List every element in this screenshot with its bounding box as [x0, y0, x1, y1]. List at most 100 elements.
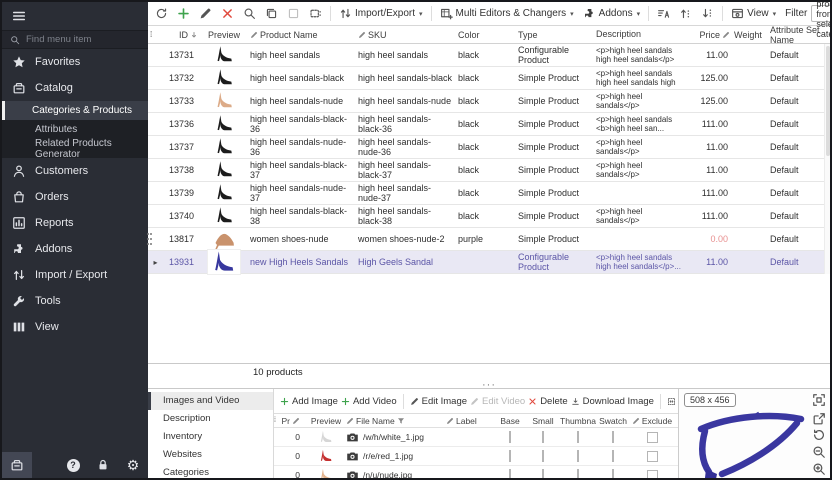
thumbnail-checkbox[interactable]	[577, 450, 579, 462]
open-external-button[interactable]	[812, 412, 826, 426]
horizontal-splitter[interactable]: ···	[148, 381, 830, 388]
rotate-button[interactable]	[812, 428, 826, 442]
move-down-button[interactable]	[697, 5, 718, 22]
table-row-product-13732[interactable]: 13732high heel sandals-blackhigh heel sa…	[148, 67, 830, 90]
column-header-product-name[interactable]: Product Name	[248, 30, 356, 40]
import-export-menu[interactable]: Import/Export▾	[335, 5, 427, 22]
column-header-small[interactable]: Small	[526, 416, 560, 426]
filter-select[interactable]: Show products from selected categories▾	[811, 5, 832, 22]
tab-websites[interactable]: Websites	[148, 445, 273, 463]
column-header-id[interactable]: ID	[163, 30, 200, 40]
table-row-product-13740[interactable]: 13740high heel sandals-black-38high heel…	[148, 205, 830, 228]
thumbnail-checkbox[interactable]	[577, 469, 579, 480]
sidebar-item-reports[interactable]: Reports	[2, 210, 148, 236]
addons-menu[interactable]: Addons▾	[579, 5, 644, 22]
multi-editors-menu[interactable]: Multi Editors & Changers▾	[436, 5, 578, 22]
small-checkbox[interactable]	[542, 450, 544, 462]
table-row-product-13736[interactable]: 13736high heel sandals-black-36high heel…	[148, 113, 830, 136]
column-header-swatch[interactable]: Swatch	[596, 416, 630, 426]
table-row-image-n-u-nude-jpg[interactable]: 0/n/u/nude.jpg	[274, 466, 678, 480]
base-checkbox[interactable]	[509, 431, 511, 443]
table-row-product-13739[interactable]: 13739high heel sandals-nude-37high heel …	[148, 182, 830, 205]
column-header-exclude[interactable]: Exclude	[630, 416, 674, 426]
tab-images-and-video[interactable]: Images and Video	[148, 392, 273, 410]
add-row-button[interactable]	[173, 5, 194, 22]
sidebar-item-customers[interactable]: Customers	[2, 158, 148, 184]
table-row-product-13737[interactable]: 13737high heel sandals-nude-36high heel …	[148, 136, 830, 159]
paste-special-button[interactable]	[305, 5, 326, 22]
add-image-button[interactable]: Add Image	[280, 396, 338, 407]
settings-button[interactable]: ⚙	[118, 452, 148, 478]
add-video-button[interactable]: Add Video	[341, 396, 397, 407]
delete-image-button[interactable]: Delete	[528, 396, 567, 407]
menu-search-input[interactable]	[26, 34, 140, 45]
column-header-file-name[interactable]: File Name	[346, 416, 446, 426]
panel-splitter-handle[interactable]	[147, 231, 153, 247]
base-checkbox[interactable]	[509, 450, 511, 462]
copy-button[interactable]	[261, 5, 282, 22]
sidebar-item-addons[interactable]: Addons	[2, 236, 148, 262]
column-header-weight[interactable]: Weight	[732, 30, 768, 40]
delete-row-button[interactable]	[217, 5, 238, 22]
table-row-product-13733[interactable]: 13733high heel sandals-nudehigh heel san…	[148, 90, 830, 113]
table-row-product-13931[interactable]: ▸13931new High Heels SandalsHigh Geels S…	[148, 251, 830, 274]
table-row-product-13817[interactable]: 13817women shoes-nudewomen shoes-nude-2p…	[148, 228, 830, 251]
exclude-checkbox[interactable]	[647, 451, 658, 462]
column-header-attribute-set[interactable]: Attribute Set Name	[768, 25, 824, 45]
column-header-label[interactable]: Label	[446, 416, 494, 426]
thumbnail-checkbox[interactable]	[577, 431, 579, 443]
download-image-button[interactable]: Download Image	[571, 396, 654, 407]
column-header-thumbnail[interactable]: Thumbna	[560, 416, 596, 426]
exclude-checkbox[interactable]	[647, 470, 658, 480]
sidebar-item-attributes[interactable]: Attributes	[2, 120, 148, 139]
help-button[interactable]: ?	[58, 452, 88, 478]
search-button[interactable]	[239, 5, 260, 22]
sidebar-item-catalog[interactable]: Catalog	[2, 75, 148, 101]
small-checkbox[interactable]	[542, 469, 544, 480]
column-header-image-preview[interactable]: Preview	[306, 416, 346, 426]
column-header-description[interactable]: Description	[594, 30, 690, 39]
lock-button[interactable]	[88, 452, 118, 478]
tab-categories[interactable]: Categories	[148, 463, 273, 480]
table-row-image-r-e-red-1-jpg[interactable]: 0/r/e/red_1.jpg	[274, 447, 678, 466]
edit-row-button[interactable]	[195, 5, 216, 22]
exclude-checkbox[interactable]	[647, 432, 658, 443]
zoom-in-button[interactable]	[812, 462, 826, 476]
sidebar-item-categories-products[interactable]: Categories & Products	[2, 101, 148, 120]
table-row-product-13738[interactable]: 13738high heel sandals-black-37high heel…	[148, 159, 830, 182]
move-up-button[interactable]	[675, 5, 696, 22]
swatch-checkbox[interactable]	[612, 450, 614, 462]
sidebar-item-view[interactable]: View	[2, 314, 148, 340]
column-header-sku[interactable]: SKU	[356, 30, 456, 40]
grid-scrollbar[interactable]	[824, 44, 830, 274]
sidebar-item-orders[interactable]: Orders	[2, 184, 148, 210]
sidebar-item-tools[interactable]: Tools	[2, 288, 148, 314]
table-row-image-w-h-white-1-jpg[interactable]: 0/w/h/white_1.jpg	[274, 428, 678, 447]
fit-screen-button[interactable]	[812, 393, 826, 407]
view-menu[interactable]: View▾	[727, 5, 780, 22]
tab-description[interactable]: Description	[148, 410, 273, 428]
sidebar-item-favorites[interactable]: Favorites	[2, 49, 148, 75]
table-row-product-13731[interactable]: 13731high heel sandalshigh heel sandalsb…	[148, 44, 830, 67]
sidebar-item-related-products-generator[interactable]: Related Products Generator	[2, 139, 148, 158]
small-checkbox[interactable]	[542, 431, 544, 443]
column-header-price[interactable]: Price	[690, 30, 732, 40]
swatch-checkbox[interactable]	[612, 431, 614, 443]
sidebar-footer-catalog-button[interactable]	[2, 452, 32, 478]
sort-alpha-button[interactable]	[653, 5, 674, 22]
column-header-base[interactable]: Base	[494, 416, 526, 426]
column-header-preview[interactable]: Preview	[200, 30, 248, 40]
edit-video-button[interactable]: Edit Video	[470, 396, 525, 407]
column-header-position[interactable]: Pr	[282, 416, 306, 426]
row-expander[interactable]: ▸	[148, 258, 163, 267]
base-checkbox[interactable]	[509, 469, 511, 480]
column-header-type[interactable]: Type	[516, 30, 594, 40]
sidebar-item-import-export[interactable]: Import / Export	[2, 262, 148, 288]
refresh-button[interactable]	[151, 5, 172, 22]
hamburger-menu-icon[interactable]	[12, 9, 26, 23]
column-header-color[interactable]: Color	[456, 30, 516, 40]
tab-inventory[interactable]: Inventory	[148, 428, 273, 446]
select-cell-button[interactable]	[283, 5, 304, 22]
edit-image-button[interactable]: Edit Image	[410, 396, 467, 407]
swatch-checkbox[interactable]	[612, 469, 614, 480]
